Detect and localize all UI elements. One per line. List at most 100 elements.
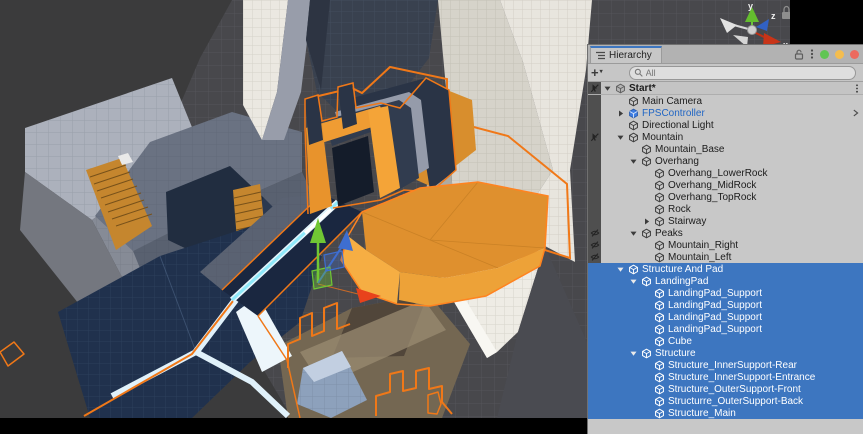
tree-item-label: Overhang [653, 156, 699, 167]
gizmo-plane-handle-blue[interactable] [324, 251, 344, 271]
expander-toggle[interactable] [601, 84, 614, 93]
tree-item-mountain[interactable]: Mountain [588, 131, 863, 143]
visibility-gutter[interactable] [588, 335, 601, 347]
tree-item-mountain-right[interactable]: Mountain_Right [588, 239, 863, 251]
expander-toggle[interactable] [627, 349, 640, 358]
tree-item-landingpad-support[interactable]: LandingPad_Support [588, 311, 863, 323]
scene-icon-slot [614, 83, 627, 94]
tree-item-rock[interactable]: Rock [588, 203, 863, 215]
tree-item-stairway[interactable]: Stairway [588, 215, 863, 227]
cube-icon [654, 252, 665, 263]
tree-item-fpscontroller[interactable]: FPSController [588, 107, 863, 119]
expander-toggle[interactable] [627, 277, 640, 286]
visibility-gutter[interactable] [588, 251, 601, 263]
tree-item-overhang-midrock[interactable]: Overhang_MidRock [588, 179, 863, 191]
tree-item-structure-and-pad[interactable]: Structure And Pad [588, 263, 863, 275]
cube-icon [654, 204, 665, 215]
cube-icon [654, 360, 665, 371]
visibility-gutter[interactable] [588, 263, 601, 275]
visibility-gutter[interactable] [588, 167, 601, 179]
visibility-gutter[interactable] [588, 407, 601, 419]
visibility-gutter[interactable] [588, 275, 601, 287]
tree-item-structure-main[interactable]: Structure_Main [588, 407, 863, 419]
tree-item-directional-light[interactable]: Directional Light [588, 119, 863, 131]
open-prefab-button[interactable] [852, 108, 863, 118]
add-object-button[interactable]: + ▾ [591, 66, 603, 79]
tree-item-label: Start* [627, 83, 656, 94]
visibility-gutter[interactable] [588, 95, 601, 107]
visibility-gutter[interactable] [588, 239, 601, 251]
cube-icon [641, 144, 652, 155]
kebab-menu-icon[interactable] [810, 48, 814, 60]
tree-item-structure-outersupport-front[interactable]: Structure_OuterSupport-Front [588, 383, 863, 395]
cube-icon-slot [653, 180, 666, 191]
tree-item-landingpad-support[interactable]: LandingPad_Support [588, 287, 863, 299]
visibility-gutter[interactable] [588, 119, 601, 131]
tree-item-structure-innersupport-entrance[interactable]: Structure_InnerSupport-Entrance [588, 371, 863, 383]
tree-item-mountain-left[interactable]: Mountain_Left [588, 251, 863, 263]
lock-icon[interactable] [794, 49, 804, 60]
visibility-gutter[interactable] [588, 215, 601, 227]
visibility-gutter[interactable] [588, 323, 601, 335]
visibility-gutter[interactable] [588, 383, 601, 395]
visibility-gutter[interactable] [588, 179, 601, 191]
tree-item-landingpad-support[interactable]: LandingPad_Support [588, 323, 863, 335]
search-field[interactable] [629, 66, 856, 80]
cube-icon-slot [653, 288, 666, 299]
visibility-gutter[interactable] [588, 359, 601, 371]
tree-item-peaks[interactable]: Peaks [588, 227, 863, 239]
tree-item-overhang[interactable]: Overhang [588, 155, 863, 167]
tree-item-mountain-base[interactable]: Mountain_Base [588, 143, 863, 155]
visibility-gutter[interactable] [588, 107, 601, 119]
search-input[interactable] [646, 68, 851, 78]
visibility-gutter[interactable] [588, 287, 601, 299]
visibility-gutter[interactable] [588, 191, 601, 203]
expander-toggle[interactable] [614, 133, 627, 142]
visibility-off-icon [590, 252, 600, 262]
expander-closed-icon [616, 109, 625, 118]
cube-icon [654, 312, 665, 323]
visibility-gutter[interactable] [588, 299, 601, 311]
tree-item-start[interactable]: Start* [588, 82, 863, 95]
traffic-light-yellow[interactable] [835, 50, 844, 59]
visibility-gutter[interactable] [588, 227, 601, 239]
item-options-button[interactable] [855, 83, 863, 94]
visibility-gutter[interactable] [588, 371, 601, 383]
traffic-light-green[interactable] [820, 50, 829, 59]
tree-item-cube[interactable]: Cube [588, 335, 863, 347]
tree-item-landingpad[interactable]: LandingPad [588, 275, 863, 287]
tree-item-overhang-toprock[interactable]: Overhang_TopRock [588, 191, 863, 203]
expander-toggle[interactable] [614, 265, 627, 274]
expander-toggle[interactable] [627, 229, 640, 238]
tree-item-overhang-lowerrock[interactable]: Overhang_LowerRock [588, 167, 863, 179]
expander-toggle[interactable] [627, 157, 640, 166]
cube-icon [654, 384, 665, 395]
visibility-gutter[interactable] [588, 131, 601, 143]
hierarchy-panel: Hierarchy + ▾ Start*Main [588, 45, 863, 434]
visibility-gutter[interactable] [588, 395, 601, 407]
tree-item-label: Rock [666, 204, 691, 215]
tree-item-main-camera[interactable]: Main Camera [588, 95, 863, 107]
visibility-gutter[interactable] [588, 155, 601, 167]
cube-icon [654, 300, 665, 311]
cube-icon [654, 168, 665, 179]
visibility-gutter[interactable] [588, 82, 601, 94]
expander-toggle[interactable] [640, 217, 653, 226]
tree-item-structurre-outersupport-back[interactable]: Structurre_OuterSupport-Back [588, 395, 863, 407]
tree-item-structure-innersupport-rear[interactable]: Structure_InnerSupport-Rear [588, 359, 863, 371]
visibility-gutter[interactable] [588, 347, 601, 359]
cube-icon-slot [653, 396, 666, 407]
axis-label-z: z [771, 11, 776, 21]
visibility-gutter[interactable] [588, 203, 601, 215]
expander-toggle[interactable] [614, 109, 627, 118]
traffic-light-red[interactable] [850, 50, 859, 59]
tab-hierarchy[interactable]: Hierarchy [590, 46, 662, 63]
tree-item-label: Peaks [653, 228, 683, 239]
visibility-gutter[interactable] [588, 143, 601, 155]
tree-item-landingpad-support[interactable]: LandingPad_Support [588, 299, 863, 311]
visibility-gutter[interactable] [588, 311, 601, 323]
expander-closed-icon [642, 217, 651, 226]
cube-icon-slot [653, 312, 666, 323]
tree-item-structure[interactable]: Structure [588, 347, 863, 359]
tree-item-label: Structure_OuterSupport-Front [666, 384, 801, 395]
